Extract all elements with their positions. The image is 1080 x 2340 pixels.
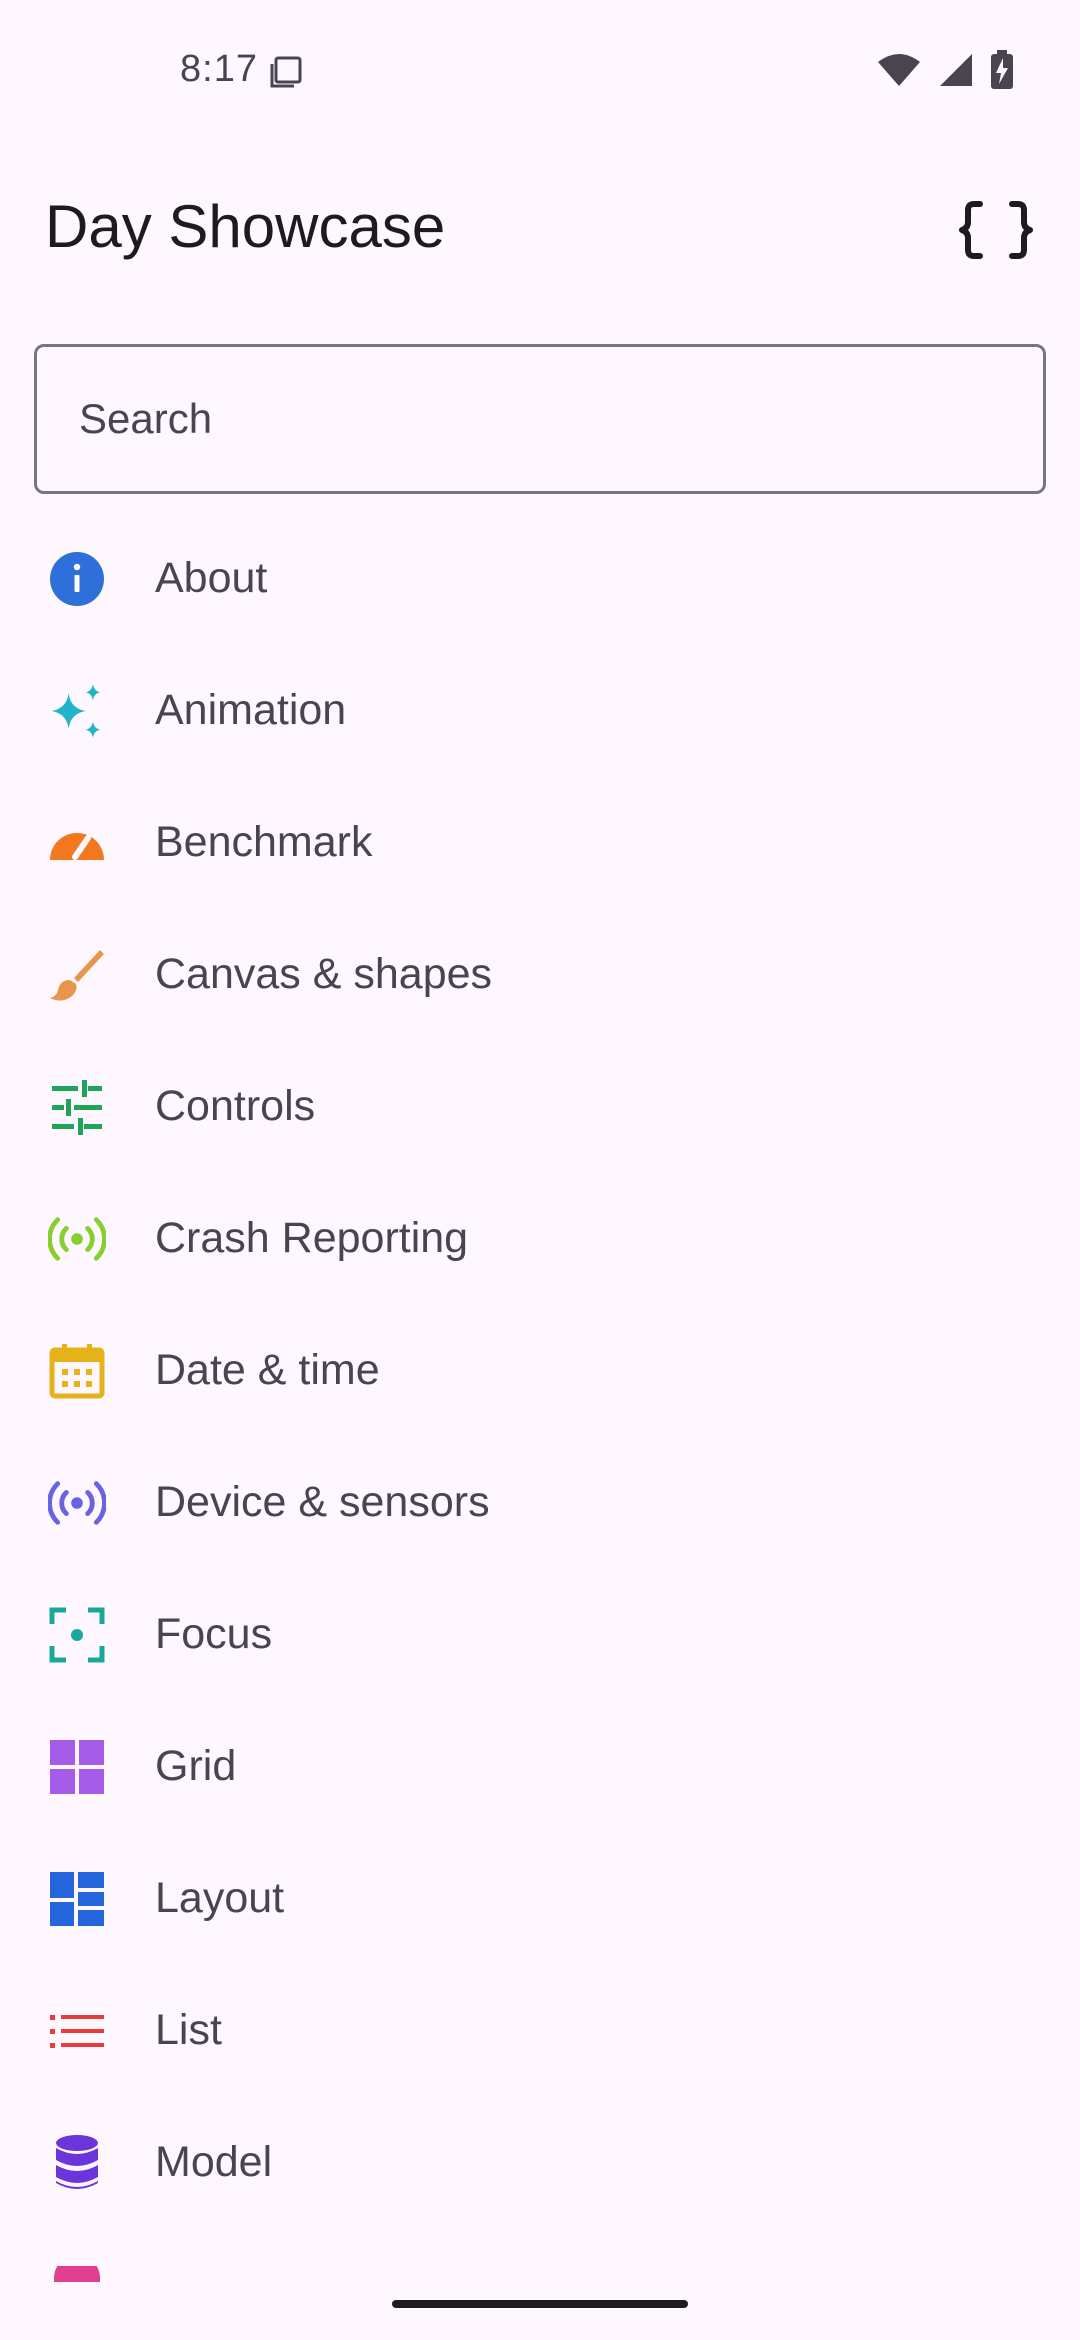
code-braces-icon [959, 201, 1033, 259]
tune-sliders-icon [52, 1080, 102, 1135]
nav-item-label: Model [155, 2138, 273, 2186]
nav-item-model[interactable]: Model [0, 2096, 1080, 2228]
broadcast-icon [48, 1217, 106, 1261]
nav-item-label: About [155, 554, 268, 602]
layout-icon [50, 1872, 104, 1926]
nav-item-date-time[interactable]: Date & time [0, 1304, 1080, 1436]
nav-item-animation[interactable]: Animation [0, 644, 1080, 776]
nav-item-canvas-shapes[interactable]: Canvas & shapes [0, 908, 1080, 1040]
top-app-bar: Day Showcase [0, 170, 1080, 290]
nav-item-label: Grid [155, 1742, 237, 1790]
status-bar: 8:17 [0, 0, 1080, 140]
gesture-bar[interactable] [392, 2300, 688, 2308]
code-view-button[interactable] [946, 180, 1046, 280]
calendar-icon [49, 1344, 105, 1399]
screen-record-icon [270, 56, 302, 88]
partial-next-icon [54, 2266, 100, 2282]
brush-icon [50, 950, 104, 1001]
list-icon [50, 2015, 104, 2048]
battery-charging-icon [991, 50, 1013, 89]
nav-list: About Animation Benchmark Canvas & shape… [0, 512, 1080, 2340]
search-input[interactable] [79, 395, 979, 443]
nav-item-controls[interactable]: Controls [0, 1040, 1080, 1172]
search-field[interactable] [34, 344, 1046, 494]
wifi-icon [878, 54, 920, 86]
sparkle-icon [51, 683, 101, 739]
nav-item-label: Crash Reporting [155, 1214, 469, 1262]
nav-item-grid[interactable]: Grid [0, 1700, 1080, 1832]
nav-item-label: Date & time [155, 1346, 380, 1394]
nav-item-list[interactable]: List [0, 1964, 1080, 2096]
nav-item-device-sensors[interactable]: Device & sensors [0, 1436, 1080, 1568]
signal-icon [940, 54, 972, 86]
nav-item-label: Layout [155, 1874, 285, 1922]
page-title: Day Showcase [45, 193, 446, 260]
nav-item-focus[interactable]: Focus [0, 1568, 1080, 1700]
status-icons [876, 50, 1014, 90]
nav-item-partial[interactable] [0, 2228, 1080, 2340]
status-time: 8:17 [180, 48, 258, 90]
nav-item-label: Benchmark [155, 818, 373, 866]
nav-item-label: Focus [155, 1610, 273, 1658]
nav-item-crash-reporting[interactable]: Crash Reporting [0, 1172, 1080, 1304]
grid-icon [50, 1740, 104, 1794]
nav-item-label: Canvas & shapes [155, 950, 493, 998]
database-icon [56, 2135, 98, 2189]
focus-frame-icon [49, 1607, 105, 1663]
nav-item-benchmark[interactable]: Benchmark [0, 776, 1080, 908]
screen: 8:17 Day Showcase Search About Animation… [0, 0, 1080, 2340]
nav-item-label: Animation [155, 686, 347, 734]
speedometer-icon [50, 833, 104, 860]
nav-item-label: Controls [155, 1082, 316, 1130]
nav-item-about[interactable]: About [0, 512, 1080, 644]
nav-item-label: Device & sensors [155, 1478, 490, 1526]
nav-item-layout[interactable]: Layout [0, 1832, 1080, 1964]
sensors-icon [48, 1481, 106, 1525]
nav-item-label: List [155, 2006, 222, 2054]
info-icon [50, 552, 104, 606]
